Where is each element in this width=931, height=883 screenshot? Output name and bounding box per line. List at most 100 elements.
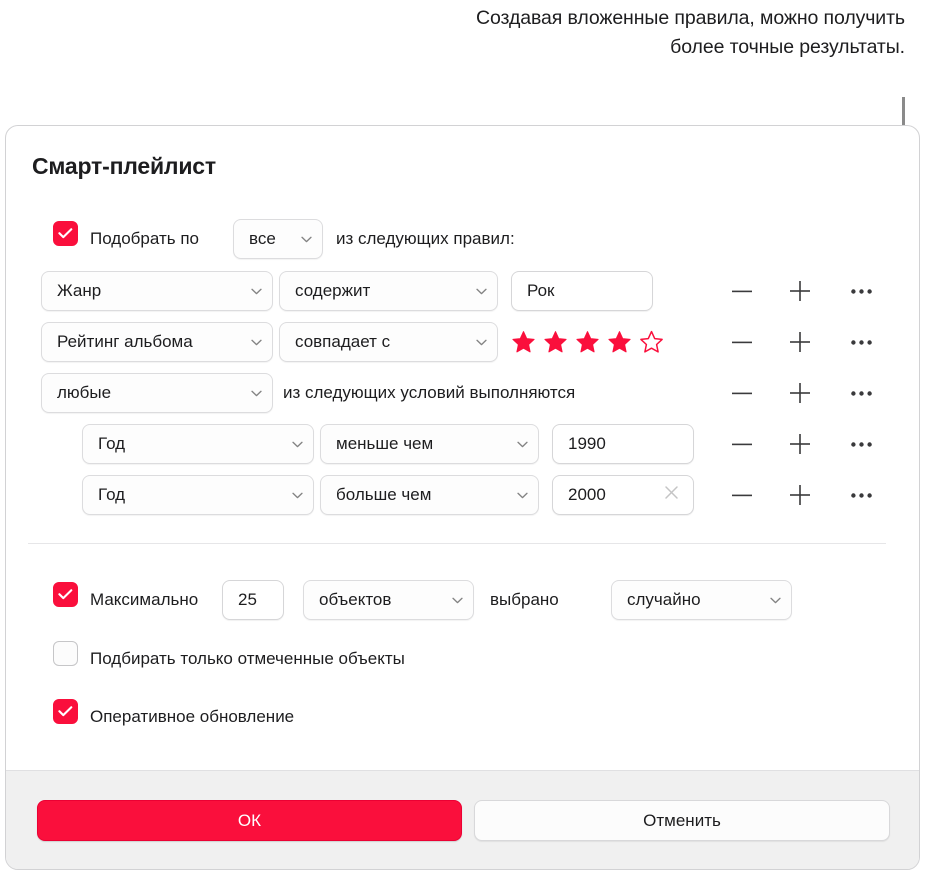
minus-icon — [732, 392, 752, 394]
rule-field-select-0[interactable]: Жанр — [41, 271, 273, 311]
rule-more-button-2[interactable] — [846, 378, 876, 408]
limit-amount-value: 25 — [238, 590, 257, 609]
rule-operator-select-0[interactable]: содержит — [279, 271, 498, 311]
rule-remove-button-0[interactable] — [727, 276, 757, 306]
rule-add-button-1[interactable] — [785, 327, 815, 357]
limit-unit-select[interactable]: объектов — [303, 580, 474, 620]
rule-value-text-4: 2000 — [568, 485, 606, 504]
checkmark-icon — [58, 589, 73, 600]
match-checkbox-box[interactable] — [53, 221, 78, 246]
match-suffix-label: из следующих правил: — [336, 229, 515, 248]
rule-field-value-0: Жанр — [57, 281, 102, 300]
rule-more-button-4[interactable] — [846, 480, 876, 510]
plus-icon — [790, 434, 810, 454]
chevron-down-icon — [452, 597, 463, 603]
rule-star-rating-1[interactable] — [511, 322, 664, 362]
chevron-down-icon — [292, 492, 303, 498]
smart-playlist-dialog: Смарт-плейлист Подобрать по все из следу… — [5, 125, 920, 870]
rule-value-input-3[interactable]: 1990 — [552, 424, 694, 464]
ellipsis-icon — [850, 390, 872, 396]
rule-field-select-2[interactable]: любые — [41, 373, 273, 413]
ok-button[interactable]: ОК — [37, 800, 462, 841]
rule-remove-button-1[interactable] — [727, 327, 757, 357]
plus-icon — [790, 485, 810, 505]
chevron-down-icon — [251, 288, 262, 294]
ellipsis-icon — [850, 492, 872, 498]
match-scope-value: все — [249, 229, 276, 248]
callout-text: Создавая вложенные правила, можно получи… — [476, 7, 905, 58]
rule-field-value-4: Год — [98, 485, 126, 504]
chevron-down-icon — [476, 288, 487, 294]
rule-field-select-4[interactable]: Год — [82, 475, 314, 515]
match-checkbox[interactable] — [53, 221, 78, 246]
live-update-checkbox[interactable] — [53, 699, 78, 724]
rule-operator-value-0: содержит — [295, 281, 371, 300]
chevron-down-icon — [301, 236, 312, 242]
chevron-down-icon — [476, 339, 487, 345]
plus-icon — [790, 332, 810, 352]
star-filled-icon[interactable] — [575, 330, 600, 354]
only-checked-checkbox[interactable] — [53, 641, 78, 666]
rule-add-button-2[interactable] — [785, 378, 815, 408]
rule-more-button-1[interactable] — [846, 327, 876, 357]
limit-checkbox-box[interactable] — [53, 582, 78, 607]
only-checked-checkbox-box[interactable] — [53, 641, 78, 666]
close-icon — [665, 486, 678, 499]
star-filled-icon[interactable] — [511, 330, 536, 354]
match-prefix-label: Подобрать по — [90, 229, 199, 248]
plus-icon — [790, 281, 810, 301]
chevron-down-icon — [251, 390, 262, 396]
live-update-label: Оперативное обновление — [90, 707, 295, 726]
nested-condition-label: из следующих условий выполняются — [283, 383, 576, 402]
chevron-down-icon — [517, 441, 528, 447]
chevron-down-icon — [251, 339, 262, 345]
star-filled-icon[interactable] — [607, 330, 632, 354]
ellipsis-icon — [850, 288, 872, 294]
star-filled-icon[interactable] — [543, 330, 568, 354]
chevron-down-icon — [517, 492, 528, 498]
minus-icon — [732, 290, 752, 292]
rule-value-text-0: Рок — [527, 281, 555, 300]
match-scope-select[interactable]: все — [233, 219, 323, 259]
rule-value-text-3: 1990 — [568, 434, 606, 453]
screenshot-root: Создавая вложенные правила, можно получи… — [0, 0, 931, 883]
limit-amount-input[interactable]: 25 — [222, 580, 284, 620]
rule-operator-select-3[interactable]: меньше чем — [320, 424, 539, 464]
rule-value-input-4[interactable]: 2000 — [552, 475, 694, 515]
selection-order-value: случайно — [627, 590, 701, 609]
cancel-button[interactable]: Отменить — [474, 800, 890, 841]
minus-icon — [732, 341, 752, 343]
only-checked-label: Подбирать только отмеченные объекты — [90, 649, 405, 668]
plus-icon — [790, 383, 810, 403]
limit-unit-value: объектов — [319, 590, 392, 609]
ellipsis-icon — [850, 441, 872, 447]
rule-operator-value-3: меньше чем — [336, 434, 434, 453]
rule-operator-select-1[interactable]: совпадает с — [279, 322, 498, 362]
rule-operator-select-4[interactable]: больше чем — [320, 475, 539, 515]
dialog-footer: ОК Отменить — [6, 770, 919, 869]
clear-value-button[interactable] — [664, 485, 679, 505]
limit-label: Максимально — [90, 590, 199, 609]
live-update-checkbox-box[interactable] — [53, 699, 78, 724]
rule-add-button-3[interactable] — [785, 429, 815, 459]
rule-add-button-4[interactable] — [785, 480, 815, 510]
checkmark-icon — [58, 228, 73, 239]
rule-add-button-0[interactable] — [785, 276, 815, 306]
section-divider — [28, 543, 886, 544]
selected-by-label: выбрано — [490, 590, 559, 609]
rule-remove-button-3[interactable] — [727, 429, 757, 459]
rule-value-input-0[interactable]: Рок — [511, 271, 653, 311]
rule-more-button-0[interactable] — [846, 276, 876, 306]
limit-checkbox[interactable] — [53, 582, 78, 607]
checkmark-icon — [58, 706, 73, 717]
rule-remove-button-2[interactable] — [727, 378, 757, 408]
star-outline-icon[interactable] — [639, 330, 664, 354]
minus-icon — [732, 494, 752, 496]
rule-more-button-3[interactable] — [846, 429, 876, 459]
rule-field-select-3[interactable]: Год — [82, 424, 314, 464]
minus-icon — [732, 443, 752, 445]
rule-operator-value-1: совпадает с — [295, 332, 391, 351]
rule-remove-button-4[interactable] — [727, 480, 757, 510]
rule-field-select-1[interactable]: Рейтинг альбома — [41, 322, 273, 362]
selection-order-select[interactable]: случайно — [611, 580, 792, 620]
